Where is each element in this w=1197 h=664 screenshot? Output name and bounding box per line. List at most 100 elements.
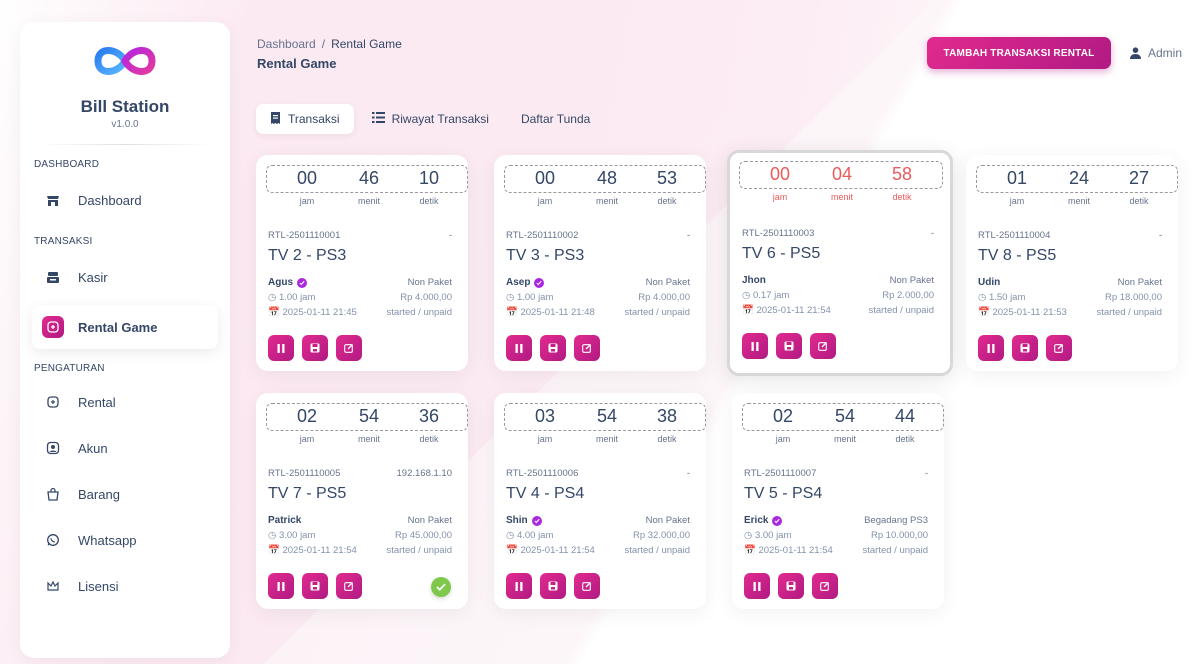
timer-hours-label: jam [1009,196,1025,206]
add-rental-transaction-button[interactable]: TAMBAH TRANSAKSI RENTAL [927,37,1111,69]
duration: ◷ 1.50 jam [978,292,1025,303]
duration-value: 0.17 jam [752,290,790,301]
rental-id: RTL-2501110001 [268,230,341,241]
sidebar-item-akun[interactable]: Akun [32,426,218,470]
edit-button[interactable] [810,333,836,359]
list-icon [371,112,385,126]
payment-status: started / unpaid [624,545,691,556]
pause-button[interactable] [978,335,1004,361]
pause-button[interactable] [506,573,532,599]
rental-card[interactable]: 03 54 38 jam menit detik RTL-2501110006 - TV 4 -… [494,393,706,609]
price: Rp 45.000,00 [394,530,452,541]
connected-check-icon [431,577,451,597]
save-button[interactable] [302,335,328,361]
clock-icon: ◷ [268,530,277,541]
timer-hours: 03 [534,406,556,426]
rental-id: RTL-2501110002 [506,230,579,241]
save-button[interactable] [778,573,804,599]
edit-button[interactable] [812,573,838,599]
start-date: 📅 2025-01-11 21:54 [744,545,833,556]
pause-button[interactable] [506,335,532,361]
edit-button[interactable] [336,335,362,361]
clock-icon: ◷ [742,290,751,301]
sidebar-item-whatsapp[interactable]: Whatsapp [32,518,218,562]
save-button[interactable] [1012,335,1038,361]
pause-button[interactable] [744,573,770,599]
duration-value: 4.00 jam [516,530,554,541]
edit-button[interactable] [336,573,362,599]
sidebar-item-dashboard[interactable]: Dashboard [32,178,218,222]
timer-seconds-label: detik [895,434,915,444]
sidebar-item-barang[interactable]: Barang [32,472,218,516]
station-name: TV 6 - PS5 [742,245,821,262]
timer-seconds-label: detik [657,434,677,444]
timer-minutes-label: menit [357,196,380,206]
edit-button[interactable] [574,335,600,361]
rental-card[interactable]: 02 54 36 jam menit detik RTL-2501110005 192.168… [256,393,468,609]
timer-seconds: 36 [418,406,440,426]
rental-card[interactable]: 00 04 58 jam menit detik RTL-2501110003 - TV 6 -… [727,150,953,376]
station-name: TV 7 - PS5 [268,485,347,502]
tab-riwayat-transaksi[interactable]: Riwayat Transaksi [358,104,503,134]
timer-seconds: 53 [656,168,678,188]
duration-value: 1.50 jam [988,292,1026,303]
sidebar-item-lisensi[interactable]: Lisensi [32,564,218,608]
edit-button[interactable] [1046,335,1072,361]
rental-card[interactable]: 02 54 44 jam menit detik RTL-2501110007 - TV 5 -… [732,393,944,609]
date-value: 2025-01-11 21:54 [758,545,833,556]
user-name: Admin [1148,46,1183,60]
app-version: v1.0.0 [111,119,139,130]
edit-button[interactable] [574,573,600,599]
pause-button[interactable] [742,333,768,359]
shopping-bag-icon [42,483,64,505]
timer-minutes-label: menit [595,196,618,206]
package-type: Non Paket [645,515,690,526]
station-name: TV 2 - PS3 [268,247,347,264]
tab-label: Transaksi [288,112,340,126]
duration: ◷ 1.00 jam [506,292,553,303]
start-date: 📅 2025-01-11 21:48 [506,307,595,318]
card-actions [506,573,608,599]
sidebar-item-label: Rental [78,394,116,410]
rental-id: RTL-2501110006 [506,468,579,479]
verified-badge-icon [297,277,307,288]
save-button[interactable] [540,573,566,599]
price: Rp 10.000,00 [870,530,928,541]
save-button[interactable] [302,573,328,599]
customer-label: Agus [268,277,293,288]
sidebar: Bill Station v1.0.0 DASHBOARD Dashboard … [20,22,230,658]
package-type: Begadang PS3 [864,515,928,526]
sidebar-item-rental[interactable]: Rental [32,380,218,424]
price: Rp 4.000,00 [400,292,452,303]
breadcrumb-root[interactable]: Dashboard [257,37,316,51]
countdown-timer: 02 54 36 jam menit detik [266,403,468,444]
countdown-timer: 01 24 27 jam menit detik [976,165,1178,206]
rental-card[interactable]: 01 24 27 jam menit detik RTL-2501110004 - TV 8 -… [966,155,1178,371]
tab-label: Daftar Tunda [520,112,591,126]
sidebar-item-label: Lisensi [78,578,119,594]
device-ip: - [924,468,928,479]
timer-seconds: 27 [1128,168,1150,188]
crown-icon [42,575,64,597]
duration: ◷ 3.00 jam [268,530,315,541]
sidebar-item-rental-game[interactable]: Rental Game [32,305,218,349]
card-actions [268,573,370,599]
whatsapp-icon [42,529,64,551]
rental-card[interactable]: 00 48 53 jam menit detik RTL-2501110002 - TV 3 -… [494,155,706,371]
save-button[interactable] [540,335,566,361]
pause-button[interactable] [268,573,294,599]
sidebar-item-kasir[interactable]: Kasir [32,255,218,299]
infinity-logo-icon [94,47,156,75]
save-button[interactable] [776,333,802,359]
timer-hours: 01 [1006,168,1028,188]
package-type: Non Paket [407,277,452,288]
pause-button[interactable] [268,335,294,361]
rental-card[interactable]: 00 46 10 jam menit detik RTL-2501110001 - TV 2 -… [256,155,468,371]
tab-daftar-tunda[interactable]: Daftar Tunda [507,104,604,134]
timer-hours: 02 [772,406,794,426]
customer-name: Udin [978,277,1000,288]
user-menu[interactable]: Admin [1130,46,1182,60]
breadcrumb-current: Rental Game [331,37,402,51]
clock-icon: ◷ [744,530,753,541]
tab-transaksi[interactable]: Transaksi [256,104,354,134]
